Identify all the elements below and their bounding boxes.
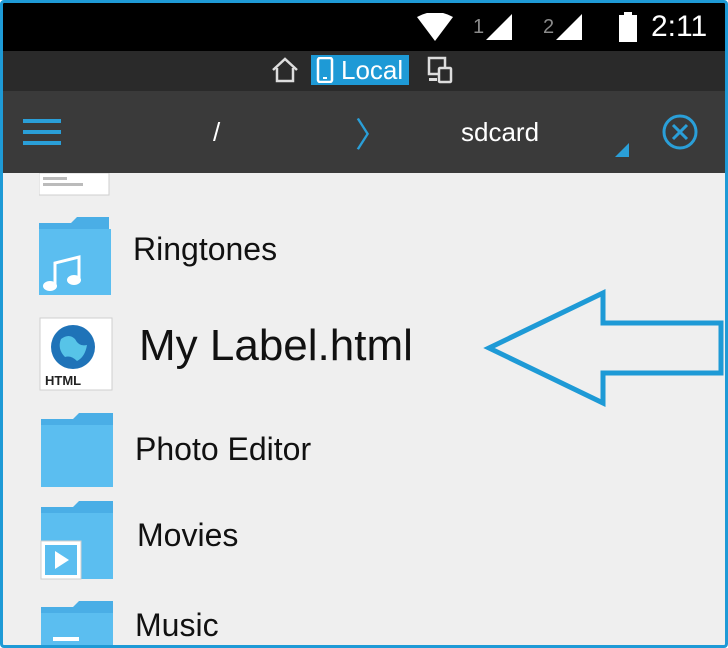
breadcrumb-current[interactable]: sdcard xyxy=(461,91,539,173)
file-name: Movies xyxy=(137,517,239,553)
html-file-icon: HTML xyxy=(39,317,113,391)
app-window: 1 2 2:11 Local / 〉 sdcard Ringtones HTML… xyxy=(0,0,728,648)
tab-local[interactable]: Local xyxy=(311,54,410,85)
breadcrumb-root[interactable]: / xyxy=(213,91,220,173)
list-item[interactable]: Ringtones xyxy=(3,211,725,301)
arrow-left-icon xyxy=(483,289,724,407)
music-folder-icon xyxy=(39,217,111,295)
list-item[interactable]: Movies xyxy=(3,497,725,589)
signal-group-2: 2 xyxy=(543,3,583,51)
phone-icon xyxy=(316,57,334,83)
wifi-icon xyxy=(417,3,453,51)
path-toolbar: / 〉 sdcard xyxy=(3,91,725,173)
breadcrumb-separator: 〉 xyxy=(355,116,389,155)
close-icon[interactable] xyxy=(661,91,699,173)
video-folder-icon xyxy=(40,501,113,580)
file-name: Ringtones xyxy=(133,231,278,267)
list-item[interactable]: Music xyxy=(3,593,725,645)
status-bar: 1 2 2:11 xyxy=(3,3,725,51)
file-name: Photo Editor xyxy=(135,431,312,467)
list-item[interactable]: Photo Editor xyxy=(3,409,725,495)
signal-icon xyxy=(556,14,583,40)
signal-icon xyxy=(486,14,513,40)
home-icon[interactable] xyxy=(271,55,299,85)
music-folder-icon xyxy=(41,601,113,645)
file-list: Ringtones HTML My Label.html Photo Edito… xyxy=(3,173,725,645)
file-name: Music xyxy=(135,607,219,643)
folder-icon xyxy=(41,413,113,487)
status-time: 2:11 xyxy=(651,10,708,43)
battery-icon xyxy=(619,3,637,51)
location-tabs: Local xyxy=(3,51,725,91)
list-item-partial xyxy=(3,173,725,197)
devices-icon[interactable] xyxy=(427,55,453,85)
menu-icon[interactable] xyxy=(23,91,61,173)
signal-group-1: 1 xyxy=(473,3,513,51)
sim2-label: 2 xyxy=(543,15,555,38)
file-name: My Label.html xyxy=(139,321,413,370)
sim1-label: 1 xyxy=(473,15,485,38)
dropdown-corner-icon xyxy=(615,143,629,162)
tab-local-label: Local xyxy=(341,54,404,85)
svg-text:HTML: HTML xyxy=(45,373,81,388)
clock: 2:11 xyxy=(651,3,707,51)
